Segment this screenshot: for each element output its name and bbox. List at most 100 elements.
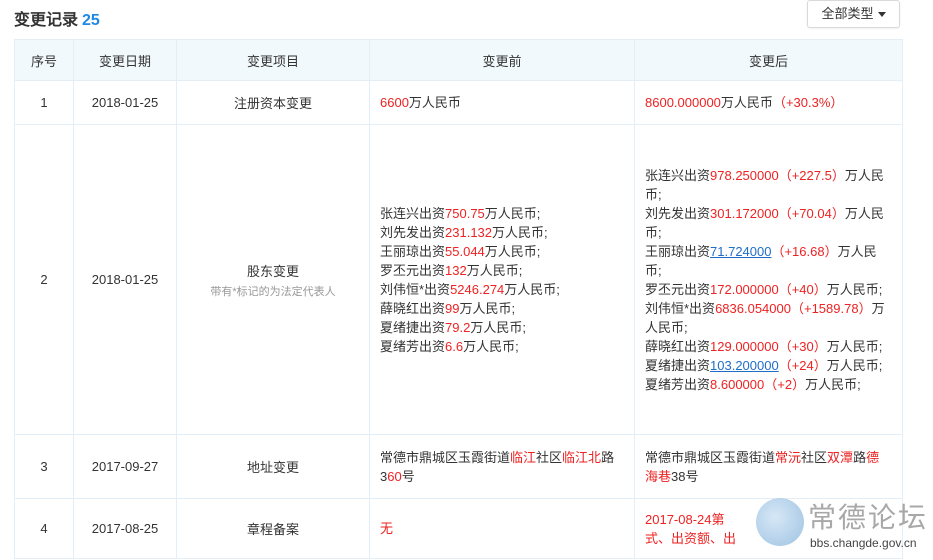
after-value: 张连兴出资978.250000（+227.5） 万人民币; 刘先发出资301.172… [634,124,903,435]
text-segment: 172.000000 [710,281,779,297]
text-segment: 夏绪捷出资 [645,357,711,373]
text-segment: 万人民币 [720,95,773,110]
change-date: 2018-01-25 [73,124,177,435]
rows.3.before-line: 无 [380,519,624,538]
text-segment: 8600.000000 [645,95,721,110]
before-value: 张连兴出资750.75万人民币; 刘先发出资231.132万人民币; 王丽琼出资55… [369,124,635,435]
text-segment: 8.600000 [710,376,765,392]
record-count: 25 [82,12,100,29]
text-segment: （+24） [778,357,827,373]
rows.1.before-line: 刘伟恒*出资5246.274万人民币; [380,280,624,299]
col-header-after: 变更后 [634,39,903,81]
text-segment: 路 [853,449,867,465]
change-record-table: 序号 变更日期 变更项目 变更前 变更后 1 2018-01-25 注册资本变更 66… [14,39,903,559]
text-segment: 万人民币; [805,376,861,392]
rows.2.before-text: 常德市鼎城区玉霞街道临江社区临江北路360号 [380,448,624,486]
text-segment: 张连兴出资 [645,167,711,183]
watermark-url: bbs.changde.gov.cn [810,536,917,550]
text-segment: 张连兴出资 [380,205,446,221]
rows.3.before-text: 无 [380,519,624,538]
text-segment: 5246.274 [450,281,505,297]
text-segment: 王丽琼出资 [380,243,446,259]
text-segment: 978.250000 [710,167,779,183]
text-segment: 万人民币; [484,205,541,221]
text-segment: 夏绪芳出资 [380,338,446,354]
text-segment: 夏绪捷出资 [380,319,446,335]
rows.1.before-line: 张连兴出资750.75万人民币; [380,204,624,223]
col-header-item: 变更项目 [176,39,370,81]
change-item-label: 注册资本变更 [233,96,312,111]
text-segment: 55.044 [445,243,485,259]
change-item-label: 章程备案 [246,522,299,537]
text-segment: 刘伟恒*出资 [645,300,716,316]
table-header-row: 序号 变更日期 变更项目 变更前 变更后 [14,39,903,81]
text-segment: 刘先发出资 [380,224,446,240]
forum-logo-icon [756,498,804,546]
section-title-label: 变更记录 [14,12,79,29]
text-segment: 132 [445,262,467,278]
rows.1.after-line: 薛晓红出资129.000000（+30）万人民币; [645,337,892,356]
rows.2.after-line: 常德市鼎城区玉霞街道常沅社区双潭路德海巷38号 [645,448,892,486]
text-segment: 231.132 [445,224,493,240]
text-segment: 王丽琼出资 [645,243,711,259]
text-segment: 38号 [671,468,699,484]
text-segment: 万人民币; [459,300,516,316]
text-segment: 99 [445,300,460,316]
text-segment: 临江北 [562,449,602,465]
rows.1.before-line: 王丽琼出资55.044万人民币; [380,242,624,261]
text-segment: 60 [387,468,402,484]
rows.0.after-text: 8600.000000万人民币（+30.3%） [645,93,892,112]
text-segment: 双潭 [827,449,854,465]
amount-link[interactable]: 71.724000 [710,244,771,259]
type-filter-dropdown[interactable]: 全部类型 [807,0,900,28]
text-segment: 万人民币; [504,281,560,297]
text-segment: 6836.054000 [715,300,791,316]
text-segment: （+16.68） [771,243,838,259]
text-segment: 夏绪芳出资 [645,376,711,392]
text-segment: 79.2 [445,319,471,335]
text-segment: 万人民币; [466,262,523,278]
text-segment: 129.000000 [710,338,779,354]
text-segment: （+2） [764,376,806,392]
text-segment: （+70.04） [778,205,845,221]
text-segment: 社区 [801,449,828,465]
text-segment: 薛晓红出资 [645,338,711,354]
row-no: 3 [14,434,74,499]
text-segment: 刘先发出资 [645,205,711,221]
text-segment: 6600 [380,95,409,110]
text-segment: 301.172000 [710,205,779,221]
change-item: 股东变更带有*标记的为法定代表人 [176,124,370,435]
text-segment: 750.75 [445,205,485,221]
text-segment: （+1589.78） [790,300,872,316]
row-no: 2 [14,124,74,435]
rows.0.before-text: 6600万人民币 [380,93,624,112]
text-segment: 万人民币; [826,281,883,297]
rows.1.after-line: 夏绪芳出资8.600000（+2）万人民币; [645,375,892,394]
text-segment: 万人民币; [463,338,519,354]
rows.1.after-line: 王丽琼出资71.724000（+16.68）万人民币; [645,242,892,280]
watermark-title: 常德论坛 [808,501,929,534]
type-filter-label: 全部类型 [821,6,874,21]
col-header-date: 变更日期 [73,39,177,81]
rows.0.before-line: 6600万人民币 [380,93,624,112]
text-segment: 薛晓红出资 [380,300,446,316]
text-segment: 罗丕元出资 [380,262,446,278]
row-no: 1 [14,80,74,125]
before-value: 无 [369,498,635,559]
rows.1.after-line: 夏绪捷出资103.200000（+24）万人民币; [645,356,892,375]
rows.2.after-text: 常德市鼎城区玉霞街道常沅社区双潭路德海巷38号 [645,448,892,486]
change-item-label: 股东变更 [246,263,299,279]
text-segment: （+30.3%） [772,95,844,110]
text-segment: （+30） [778,338,827,354]
change-item-label: 地址变更 [246,460,299,475]
text-segment: 常德市鼎城区玉霞街道 [645,449,776,465]
text-segment: （+227.5） [778,167,845,183]
text-segment: 常德市鼎城区玉霞街道 [380,449,511,465]
before-value: 6600万人民币 [369,80,635,125]
rows.1.after-text: 张连兴出资978.250000（+227.5） 万人民币; 刘先发出资301.172… [645,166,892,394]
rows.1.before-line: 夏绪芳出资6.6万人民币; [380,337,624,356]
text-segment: 常沅 [775,449,802,465]
legal-rep-note: 带有*标记的为法定代表人 [210,285,336,298]
rows.1.after-line: 罗丕元出资172.000000（+40）万人民币; [645,280,892,299]
amount-link[interactable]: 103.200000 [710,358,779,373]
